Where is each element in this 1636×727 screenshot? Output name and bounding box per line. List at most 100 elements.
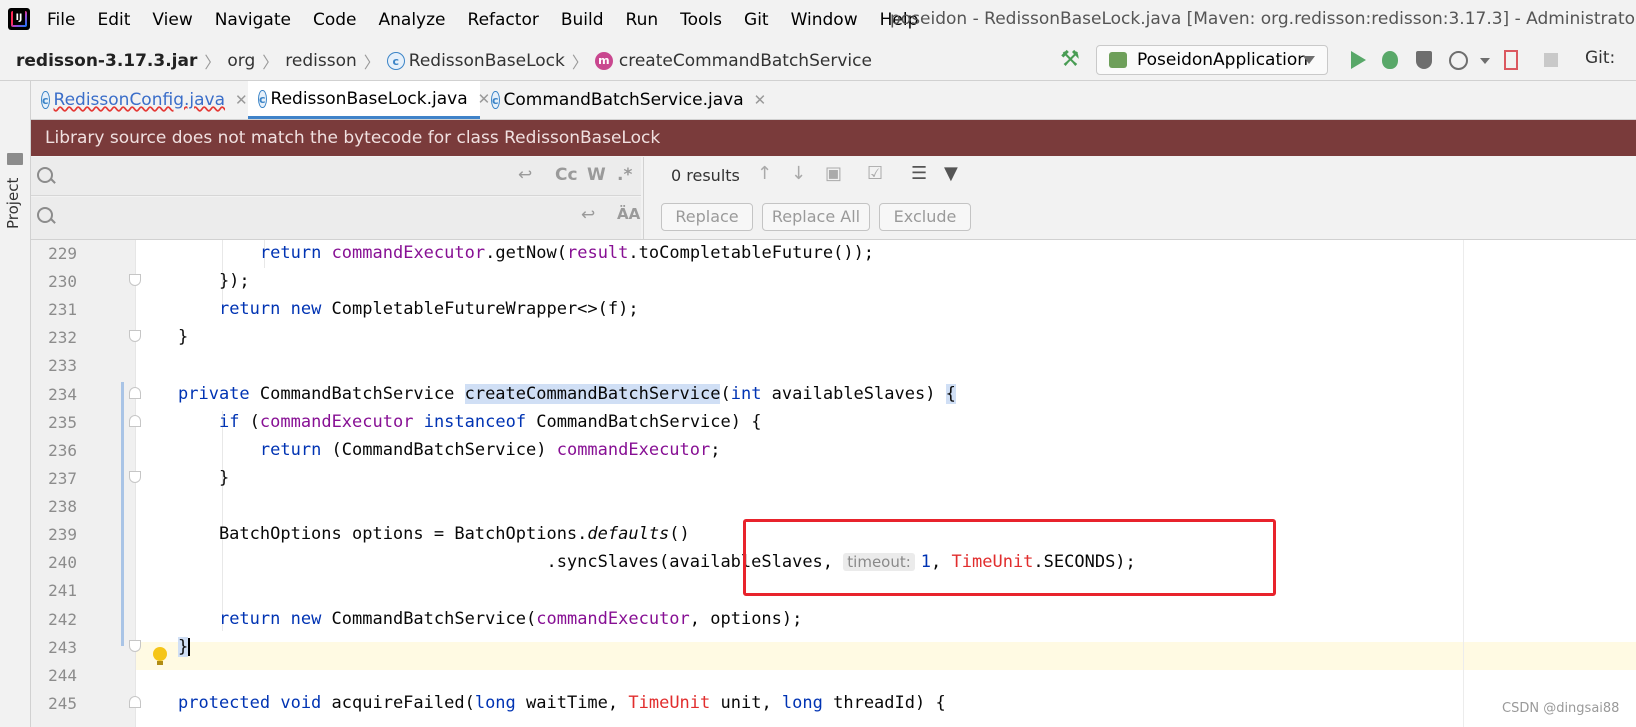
- filter-icon[interactable]: ▼: [944, 163, 958, 184]
- stop-icon[interactable]: [1539, 48, 1563, 72]
- menu-bar: File Edit View Navigate Code Analyze Ref…: [0, 0, 1636, 40]
- arrow-up-icon[interactable]: ↑: [757, 163, 772, 184]
- code-text: }: [178, 468, 230, 488]
- code-editor[interactable]: 229 230 231 232 233 234 235 236 237 238 …: [31, 240, 1636, 727]
- run-icon[interactable]: [1346, 48, 1370, 72]
- exclude-button[interactable]: Exclude: [879, 203, 971, 231]
- code-text: if (commandExecutor instanceof CommandBa…: [218, 412, 762, 432]
- chevron-right-icon: 〉: [204, 53, 221, 72]
- close-icon[interactable]: ✕: [235, 91, 248, 109]
- folder-icon[interactable]: [7, 153, 23, 165]
- results-count: 0 results: [671, 166, 740, 185]
- search-input[interactable]: [65, 161, 499, 191]
- tab-label: RedissonBaseLock.java: [270, 88, 468, 109]
- breadcrumb-org[interactable]: org: [227, 51, 255, 71]
- search-icon[interactable]: [37, 167, 53, 183]
- left-tool-strip: Project: [0, 81, 31, 727]
- chevron-down-icon: [1303, 56, 1315, 64]
- breadcrumb-method[interactable]: createCommandBatchService: [619, 51, 872, 71]
- class-icon: c: [258, 89, 267, 108]
- chevron-right-icon: 〉: [262, 53, 279, 72]
- arrow-down-icon[interactable]: ↓: [791, 163, 806, 184]
- match-case-toggle[interactable]: Cc: [555, 165, 578, 185]
- menu-view[interactable]: View: [152, 10, 192, 30]
- menu-git[interactable]: Git: [744, 10, 769, 30]
- words-toggle[interactable]: W: [587, 165, 606, 185]
- chevron-right-icon: 〉: [571, 53, 588, 72]
- run-configuration-label: PoseidonApplication: [1137, 50, 1309, 70]
- newline-icon[interactable]: ↩: [581, 205, 595, 225]
- regex-toggle[interactable]: .*: [617, 165, 632, 185]
- profile-icon[interactable]: [1446, 48, 1470, 72]
- in-selection-icon[interactable]: ☑: [867, 163, 883, 184]
- code-line: private CommandBatchService createComman…: [31, 381, 1636, 409]
- build-project-icon[interactable]: [1500, 48, 1524, 72]
- menu-refactor[interactable]: Refactor: [468, 10, 539, 30]
- git-label[interactable]: Git:: [1585, 48, 1615, 68]
- find-replace-panel: ↩ Cc W .* ↩ ÄA 0 results ↑ ↓ ▣ ☑ ☰ ▼ Rep…: [31, 157, 1636, 240]
- code-text: }: [178, 327, 189, 347]
- annotation-highlight-box: [743, 519, 1276, 596]
- editor-tab-bar: c RedissonConfig.java ✕ c RedissonBaseLo…: [31, 81, 1636, 120]
- menu-file[interactable]: File: [47, 10, 75, 30]
- align-icon[interactable]: ☰: [911, 163, 927, 184]
- replace-all-button[interactable]: Replace All: [762, 203, 870, 231]
- breadcrumb-redisson[interactable]: redisson: [285, 51, 356, 71]
- tab-label: CommandBatchService.java: [503, 90, 744, 110]
- menu-run[interactable]: Run: [626, 10, 659, 30]
- code-text: protected void acquireFailed(long waitTi…: [178, 693, 946, 713]
- library-mismatch-banner: Library source does not match the byteco…: [31, 120, 1636, 156]
- menu-code[interactable]: Code: [313, 10, 357, 30]
- code-text: return (CommandBatchService) commandExec…: [259, 440, 721, 460]
- class-icon: c: [41, 91, 50, 109]
- code-line: return new CommandBatchService(commandEx…: [31, 606, 1636, 634]
- coverage-icon[interactable]: [1412, 48, 1436, 72]
- menu-navigate[interactable]: Navigate: [215, 10, 291, 30]
- close-icon[interactable]: ✕: [754, 91, 767, 109]
- project-tool-button[interactable]: Project: [4, 178, 22, 229]
- code-line: if (commandExecutor instanceof CommandBa…: [31, 409, 1636, 437]
- run-configuration-select[interactable]: PoseidonApplication: [1096, 45, 1328, 75]
- menu-build[interactable]: Build: [561, 10, 604, 30]
- more-run-options-icon[interactable]: [1480, 58, 1490, 64]
- menu-window[interactable]: Window: [791, 10, 858, 30]
- menu-analyze[interactable]: Analyze: [379, 10, 446, 30]
- code-line: return (CommandBatchService) commandExec…: [31, 437, 1636, 465]
- breadcrumb-class[interactable]: RedissonBaseLock: [409, 51, 565, 71]
- intellij-logo-icon: [8, 8, 30, 30]
- code-line: return new CompletableFutureWrapper<>(f)…: [31, 296, 1636, 324]
- breadcrumb-jar[interactable]: redisson-3.17.3.jar: [16, 51, 197, 71]
- preserve-case-icon[interactable]: ÄA: [617, 205, 640, 223]
- class-icon: c: [386, 52, 405, 70]
- line-number: 244: [48, 666, 77, 685]
- watermark: CSDN @dingsai88: [1502, 701, 1620, 716]
- code-text: private CommandBatchService createComman…: [178, 384, 956, 404]
- replace-button[interactable]: Replace: [661, 203, 753, 231]
- code-text: });: [178, 271, 250, 291]
- code-text: return new CompletableFutureWrapper<>(f)…: [218, 299, 639, 319]
- code-line: return commandExecutor.getNow(result.toC…: [31, 240, 1636, 268]
- tab-command-batch-service[interactable]: c CommandBatchService.java ✕: [481, 81, 766, 119]
- code-text: return commandExecutor.getNow(result.toC…: [259, 243, 875, 263]
- select-all-icon[interactable]: ▣: [825, 163, 842, 184]
- replace-input[interactable]: [65, 201, 499, 231]
- code-line: }: [31, 465, 1636, 493]
- newline-icon[interactable]: ↩: [518, 165, 532, 185]
- menu-edit[interactable]: Edit: [97, 10, 130, 30]
- code-line: }: [31, 634, 1636, 662]
- search-icon[interactable]: [37, 207, 53, 223]
- debug-icon[interactable]: [1378, 48, 1402, 72]
- tab-redisson-config[interactable]: c RedissonConfig.java ✕: [31, 81, 248, 119]
- menu-tools[interactable]: Tools: [680, 10, 722, 30]
- banner-text: Library source does not match the byteco…: [45, 128, 661, 148]
- class-icon: c: [491, 91, 500, 109]
- code-text: }: [178, 637, 191, 657]
- chevron-right-icon: 〉: [363, 53, 380, 72]
- tab-redisson-base-lock[interactable]: c RedissonBaseLock.java ✕: [248, 81, 490, 119]
- window-title: poseidon - RedissonBaseLock.java [Maven:…: [890, 9, 1636, 29]
- text-caret: [188, 638, 191, 656]
- code-text: BatchOptions options = BatchOptions.defa…: [178, 524, 690, 544]
- line-number: 233: [48, 356, 77, 375]
- search-field: ↩ Cc W .*: [31, 157, 641, 196]
- build-hammer-icon[interactable]: ⚒: [1058, 48, 1082, 72]
